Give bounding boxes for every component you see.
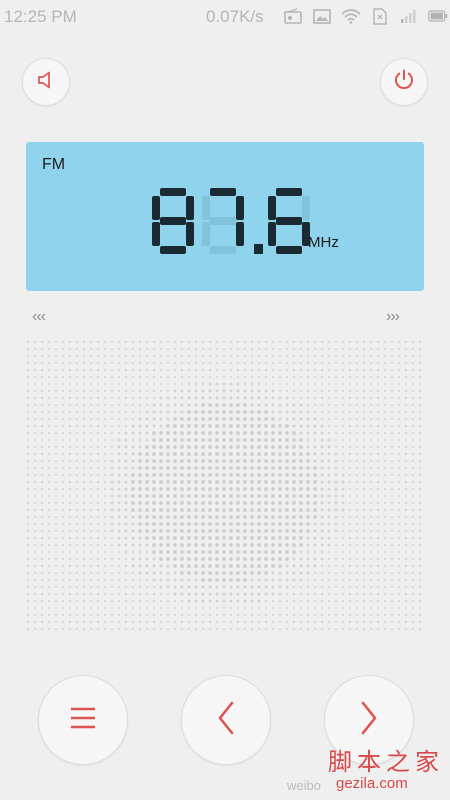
frequency-digit xyxy=(152,188,194,254)
frequency-readout xyxy=(152,188,310,254)
menu-icon xyxy=(69,706,97,735)
unit-label: MHz xyxy=(308,234,339,251)
previous-station-button[interactable] xyxy=(181,675,271,765)
watermark-gezila: gezila.com xyxy=(336,775,408,792)
network-speed: 0.07K/s xyxy=(206,7,264,26)
battery-icon xyxy=(428,6,448,26)
band-label: FM xyxy=(42,156,66,173)
power-button[interactable] xyxy=(380,58,428,106)
frequency-digit xyxy=(202,188,244,254)
seek-back-indicator[interactable]: ‹‹‹ xyxy=(32,308,46,326)
frequency-digit xyxy=(268,188,310,254)
watermark-site-cn: 脚本之家 xyxy=(328,748,444,776)
signal-icon xyxy=(399,6,419,26)
speaker-button[interactable] xyxy=(22,58,70,106)
watermark-weibo: weibo xyxy=(287,778,321,793)
frequency-display: FM MHz xyxy=(26,142,424,291)
speaker-icon xyxy=(36,70,56,95)
wifi-icon xyxy=(341,6,361,26)
image-icon xyxy=(312,6,332,26)
status-icons xyxy=(283,6,448,26)
radio-icon xyxy=(283,6,303,26)
chevron-left-icon xyxy=(216,701,236,740)
chevron-right-icon xyxy=(359,701,379,740)
power-icon xyxy=(392,68,416,97)
menu-button[interactable] xyxy=(38,675,128,765)
speaker-grille xyxy=(26,340,422,631)
seek-forward-indicator[interactable]: ››› xyxy=(386,308,400,326)
frequency-decimal-point xyxy=(254,244,263,254)
status-bar: 12:25 PM 0.07K/s xyxy=(0,0,450,32)
status-time: 12:25 PM xyxy=(4,7,77,26)
sim-icon xyxy=(370,6,390,26)
